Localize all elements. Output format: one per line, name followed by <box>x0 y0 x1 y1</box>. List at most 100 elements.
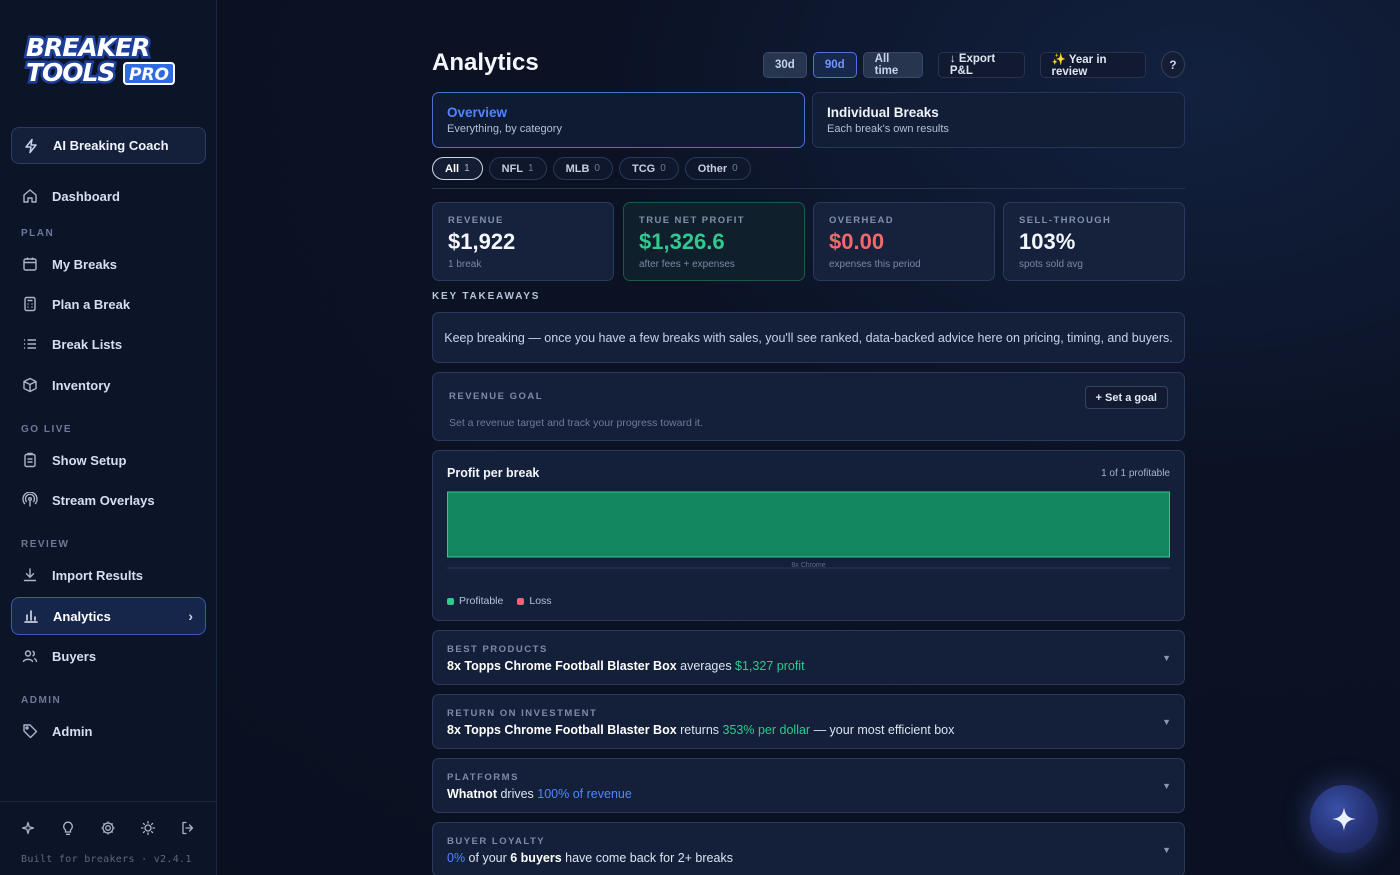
insight-return-on-investment[interactable]: RETURN ON INVESTMENT 8x Topps Chrome Foo… <box>432 694 1185 749</box>
insight-middle: returns <box>676 723 723 737</box>
filter-label: MLB <box>565 162 590 175</box>
insight-tail: have come back for 2+ breaks <box>561 851 733 865</box>
list-icon <box>24 339 36 349</box>
insight-highlight: 353% per dollar <box>722 723 811 737</box>
insight-text: 0% of your 6 buyers have come back for 2… <box>447 851 733 865</box>
kpi-sub: expenses this period <box>829 259 921 270</box>
ai-assistant-fab[interactable] <box>1310 785 1378 853</box>
caret-down-icon[interactable]: ▼ <box>1162 717 1171 727</box>
section-label-review: REVIEW <box>21 539 70 550</box>
kpi-value: $1,326.6 <box>639 229 725 254</box>
tab-overview[interactable]: Overview Everything, by category <box>432 92 805 148</box>
section-label-go-live: GO LIVE <box>21 424 73 435</box>
filter-label: All <box>445 162 460 175</box>
chart-profitable-count: 1 of 1 profitable <box>1101 468 1170 479</box>
kpi-true-net-profit: TRUE NET PROFIT $1,326.6 after fees + ex… <box>623 202 805 281</box>
sidebar-item-break-lists[interactable]: Break Lists <box>11 326 206 362</box>
insight-middle: averages <box>676 659 736 673</box>
divider <box>432 188 1185 189</box>
caret-down-icon[interactable]: ▼ <box>1162 781 1171 791</box>
key-takeaways-heading: KEY TAKEAWAYS <box>432 291 541 302</box>
home-icon <box>23 189 37 203</box>
version-text: Built for breakers · v2.4.1 <box>21 854 192 865</box>
insight-tail: — your most efficient box <box>810 723 955 737</box>
legend-item-profitable: Profitable <box>447 595 503 607</box>
users-icon <box>22 650 38 663</box>
broadcast-icon <box>22 492 38 507</box>
sidebar-item-label: Inventory <box>52 377 111 393</box>
kpi-sub: 1 break <box>448 259 482 270</box>
kpi-label: SELL-THROUGH <box>1019 215 1112 226</box>
sidebar-item-plan-a-break[interactable]: Plan a Break <box>11 286 206 322</box>
kpi-sub: after fees + expenses <box>639 259 735 270</box>
key-takeaways-card: Keep breaking — once you have a few brea… <box>432 312 1185 363</box>
insight-label: BEST PRODUCTS <box>447 644 548 655</box>
sidebar-item-my-breaks[interactable]: My Breaks <box>11 246 206 282</box>
range-30d-button[interactable]: 30d <box>763 51 807 78</box>
filter-chip-all[interactable]: All 1 <box>432 157 483 180</box>
breaker-tools-logo[interactable]: BREAKER TOOLS PRO <box>22 30 180 88</box>
legend-swatch <box>447 597 454 605</box>
insight-platforms[interactable]: PLATFORMS Whatnot drives 100% of revenue… <box>432 758 1185 813</box>
clipboard-icon <box>24 452 36 468</box>
range-all-time-button[interactable]: All time <box>862 51 924 78</box>
filter-count: 1 <box>528 163 534 174</box>
help-button[interactable]: ? <box>1160 51 1185 78</box>
insight-buyer-loyalty[interactable]: BUYER LOYALTY 0% of your 6 buyers have c… <box>432 822 1185 875</box>
insight-text: 8x Topps Chrome Football Blaster Box ret… <box>447 723 954 737</box>
sidebar-item-label: Show Setup <box>52 452 127 468</box>
insight-label: PLATFORMS <box>447 772 519 783</box>
sidebar-item-buyers[interactable]: Buyers <box>11 638 206 674</box>
profit-per-break-card: Profit per break 1 of 1 profitable 8x Ch… <box>432 450 1185 621</box>
caret-down-icon[interactable]: ▼ <box>1162 653 1171 663</box>
category-filters: All 1 NFL 1 MLB 0 TCG 0 Other 0 <box>432 157 751 180</box>
sidebar-item-label: Import Results <box>52 567 144 583</box>
profit-bar[interactable] <box>447 491 1170 558</box>
sidebar-item-analytics[interactable]: Analytics › <box>11 597 206 635</box>
sun-icon[interactable] <box>140 820 156 836</box>
sidebar-item-dashboard[interactable]: Dashboard <box>11 178 206 214</box>
sidebar-item-admin[interactable]: Admin <box>11 713 206 749</box>
tab-individual-breaks[interactable]: Individual Breaks Each break's own resul… <box>812 92 1185 148</box>
year-in-review-button[interactable]: ✨ Year in review <box>1039 51 1147 78</box>
tab-individual-subtitle: Each break's own results <box>827 123 949 135</box>
kpi-overhead: OVERHEAD $0.00 expenses this period <box>813 202 995 281</box>
tab-overview-subtitle: Everything, by category <box>447 123 562 135</box>
chart-title: Profit per break <box>447 466 540 480</box>
sidebar-item-inventory[interactable]: Inventory <box>11 367 206 403</box>
sidebar-footer: Built for breakers · v2.4.1 <box>0 801 216 875</box>
settings-gear-icon[interactable] <box>100 820 116 836</box>
key-takeaways-message: Keep breaking — once you have a few brea… <box>444 330 1173 345</box>
filter-count: 1 <box>464 163 470 174</box>
set-goal-button[interactable]: + Set a goal <box>1084 386 1168 409</box>
logout-icon[interactable] <box>180 820 196 836</box>
filter-chip-mlb[interactable]: MLB 0 <box>552 157 613 180</box>
ai-coach-button[interactable]: AI Breaking Coach <box>11 127 206 164</box>
insight-best-products[interactable]: BEST PRODUCTS 8x Topps Chrome Football B… <box>432 630 1185 685</box>
caret-down-icon[interactable]: ▼ <box>1162 845 1171 855</box>
insight-subject: 8x Topps Chrome Football Blaster Box <box>447 659 677 673</box>
kpi-sell-through: SELL-THROUGH 103% spots sold avg <box>1003 202 1185 281</box>
sparkle-icon[interactable] <box>20 820 36 836</box>
filter-chip-nfl[interactable]: NFL 1 <box>488 157 547 180</box>
sidebar-item-stream-overlays[interactable]: Stream Overlays <box>11 482 206 518</box>
legend-label: Profitable <box>459 595 504 607</box>
tag-icon <box>23 724 38 739</box>
tab-individual-title: Individual Breaks <box>827 105 939 120</box>
sidebar-item-label: Break Lists <box>52 336 123 352</box>
filter-chip-other[interactable]: Other 0 <box>684 157 751 180</box>
filter-label: Other <box>697 162 728 175</box>
insight-highlight: 100% of revenue <box>537 787 632 801</box>
sidebar-item-import-results[interactable]: Import Results <box>11 557 206 593</box>
revenue-goal-card: REVENUE GOAL Set a revenue target and tr… <box>432 372 1185 441</box>
revenue-goal-description: Set a revenue target and track your prog… <box>449 417 703 429</box>
range-90d-button[interactable]: 90d <box>812 51 857 78</box>
sidebar-item-show-setup[interactable]: Show Setup <box>11 442 206 478</box>
lightbulb-icon[interactable] <box>60 820 76 836</box>
export-pl-button[interactable]: ↓ Export P&L <box>937 51 1025 78</box>
sidebar-item-label: Admin <box>52 723 93 739</box>
bar-category-label: 8x Chrome <box>791 562 825 569</box>
filter-count: 0 <box>732 163 738 174</box>
filter-chip-tcg[interactable]: TCG 0 <box>618 157 679 180</box>
calendar-icon <box>23 257 37 271</box>
